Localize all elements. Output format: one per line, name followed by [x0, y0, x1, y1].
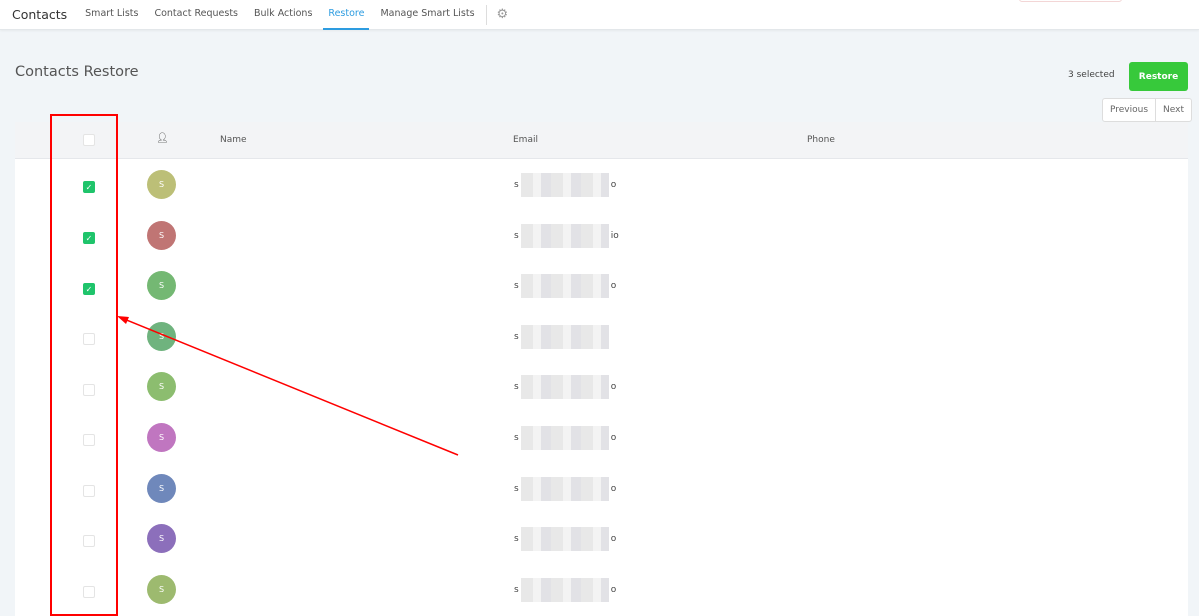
annotation-arrow [117, 316, 459, 456]
